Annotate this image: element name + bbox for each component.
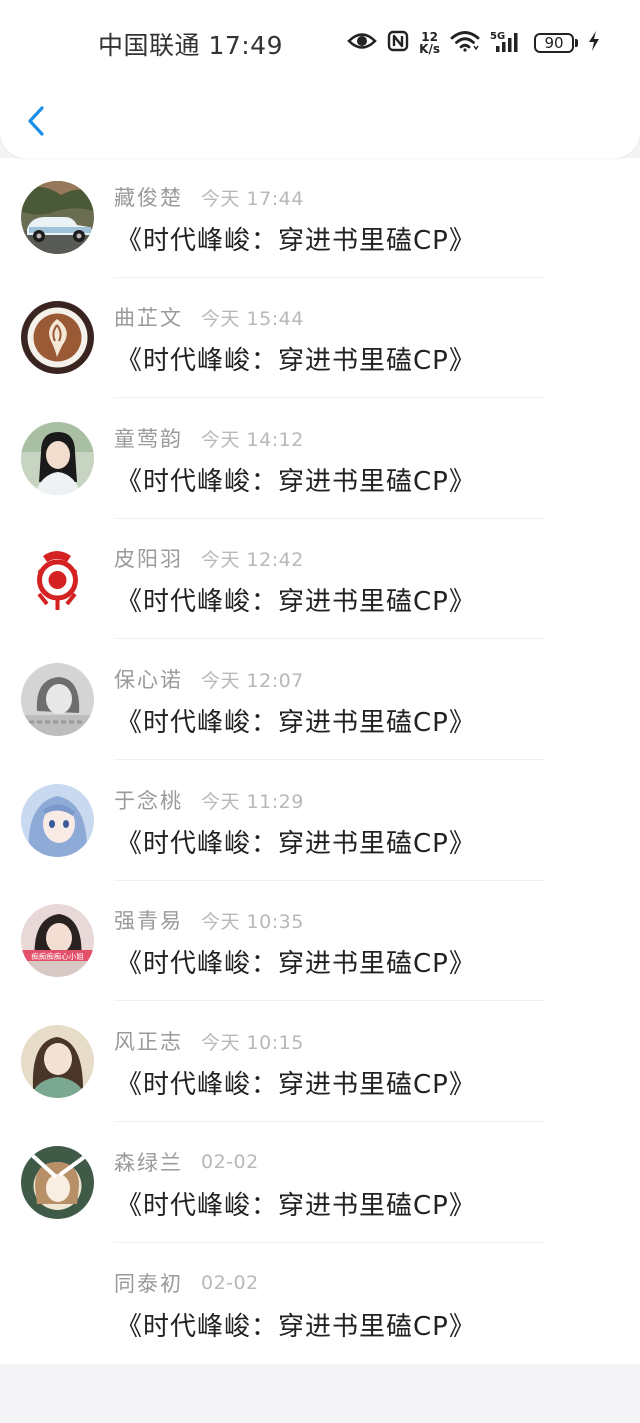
nfc-icon	[387, 30, 409, 56]
row-divider	[114, 1121, 544, 1122]
eye-icon	[347, 30, 378, 56]
message-time: 今天 14:12	[201, 428, 304, 451]
message-list: 藏俊楚 今天 17:44 《时代峰峻：穿进书里磕CP》 曲芷文 今天 15:44…	[0, 158, 640, 1364]
avatar[interactable]	[21, 1025, 94, 1098]
avatar[interactable]	[21, 301, 94, 374]
message-meta: 强青易 今天 10:35	[114, 905, 304, 935]
avatar[interactable]	[21, 542, 94, 615]
message-meta: 同泰初 02-02	[114, 1268, 259, 1298]
sender-name: 风正志	[114, 1030, 183, 1054]
message-meta: 于念桃 今天 11:29	[114, 785, 304, 815]
avatar[interactable]	[21, 422, 94, 495]
message-text: 《时代峰峻：穿进书里磕CP》	[116, 587, 476, 617]
avatar[interactable]: 痴痴痴痴心小姐	[21, 904, 94, 977]
message-time: 02-02	[201, 1272, 259, 1294]
message-text: 《时代峰峻：穿进书里磕CP》	[116, 829, 476, 859]
sender-name: 森绿兰	[114, 1151, 183, 1175]
row-divider	[114, 1242, 544, 1243]
message-row[interactable]: 痴痴痴痴心小姐 强青易 今天 10:35 《时代峰峻：穿进书里磕CP》	[0, 881, 640, 1001]
message-row[interactable]: 保心诺 今天 12:07 《时代峰峻：穿进书里磕CP》	[0, 640, 640, 760]
avatar[interactable]	[21, 181, 94, 254]
message-time: 今天 12:42	[201, 548, 304, 571]
avatar[interactable]	[21, 1146, 94, 1219]
net-speed: 12 K/s	[419, 31, 440, 55]
message-row[interactable]: 森绿兰 02-02 《时代峰峻：穿进书里磕CP》	[0, 1123, 640, 1243]
carrier-time: 中国联通 17:49	[98, 31, 283, 60]
charging-bolt-icon	[588, 30, 600, 56]
message-time: 今天 10:35	[201, 910, 304, 933]
message-meta: 风正志 今天 10:15	[114, 1026, 304, 1056]
message-meta: 藏俊楚 今天 17:44	[114, 182, 304, 212]
network-type-label: 5G	[490, 31, 505, 42]
sender-name: 皮阳羽	[114, 547, 183, 571]
message-text: 《时代峰峻：穿进书里磕CP》	[116, 949, 476, 979]
wifi-icon	[450, 30, 480, 56]
message-row[interactable]: 皮阳羽 今天 12:42 《时代峰峻：穿进书里磕CP》	[0, 519, 640, 639]
sender-name: 保心诺	[114, 668, 183, 692]
battery-tip	[575, 39, 578, 47]
avatar-banner-text: 痴痴痴痴心小姐	[31, 951, 84, 961]
message-text: 《时代峰峻：穿进书里磕CP》	[116, 1312, 476, 1342]
message-text: 《时代峰峻：穿进书里磕CP》	[116, 1191, 476, 1221]
message-text: 《时代峰峻：穿进书里磕CP》	[116, 1070, 476, 1100]
message-text: 《时代峰峻：穿进书里磕CP》	[116, 708, 476, 738]
bottom-area	[0, 1364, 640, 1423]
message-row[interactable]: 风正志 今天 10:15 《时代峰峻：穿进书里磕CP》	[0, 1002, 640, 1122]
message-time: 今天 15:44	[201, 307, 304, 330]
sender-name: 童莺韵	[114, 427, 183, 451]
message-row[interactable]: 童莺韵 今天 14:12 《时代峰峻：穿进书里磕CP》	[0, 399, 640, 519]
message-row[interactable]: 曲芷文 今天 15:44 《时代峰峻：穿进书里磕CP》	[0, 278, 640, 398]
row-divider	[114, 759, 544, 760]
message-time: 今天 17:44	[201, 187, 304, 210]
chevron-left-icon	[26, 105, 46, 141]
sender-name: 曲芷文	[114, 306, 183, 330]
message-row[interactable]: 于念桃 今天 11:29 《时代峰峻：穿进书里磕CP》	[0, 761, 640, 881]
message-meta: 童莺韵 今天 14:12	[114, 423, 304, 453]
top-header: 中国联通 17:49 12 K/s 5G 90	[0, 0, 640, 158]
row-divider	[114, 397, 544, 398]
sender-name: 于念桃	[114, 789, 183, 813]
message-meta: 皮阳羽 今天 12:42	[114, 543, 304, 573]
message-time: 02-02	[201, 1151, 259, 1173]
status-icons: 12 K/s 5G 90	[347, 26, 600, 60]
signal-5g-icon: 5G	[490, 29, 524, 57]
avatar[interactable]	[21, 784, 94, 857]
message-time: 今天 11:29	[201, 790, 304, 813]
back-button[interactable]	[18, 100, 54, 146]
message-text: 《时代峰峻：穿进书里磕CP》	[116, 226, 476, 256]
message-text: 《时代峰峻：穿进书里磕CP》	[116, 346, 476, 376]
message-meta: 曲芷文 今天 15:44	[114, 302, 304, 332]
row-divider	[114, 1000, 544, 1001]
sender-name: 同泰初	[114, 1272, 183, 1296]
sender-name: 强青易	[114, 909, 183, 933]
battery-level: 90	[534, 33, 574, 53]
message-time: 今天 12:07	[201, 669, 304, 692]
sender-name: 藏俊楚	[114, 186, 183, 210]
message-row[interactable]: 同泰初 02-02 《时代峰峻：穿进书里磕CP》	[0, 1244, 640, 1364]
status-bar: 中国联通 17:49 12 K/s 5G 90	[0, 0, 640, 86]
avatar[interactable]	[21, 663, 94, 736]
message-meta: 森绿兰 02-02	[114, 1147, 259, 1177]
battery-indicator: 90	[534, 33, 578, 53]
message-meta: 保心诺 今天 12:07	[114, 664, 304, 694]
message-text: 《时代峰峻：穿进书里磕CP》	[116, 467, 476, 497]
message-time: 今天 10:15	[201, 1031, 304, 1054]
net-speed-unit: K/s	[419, 42, 440, 56]
row-divider	[114, 638, 544, 639]
message-row[interactable]: 藏俊楚 今天 17:44 《时代峰峻：穿进书里磕CP》	[0, 158, 640, 278]
